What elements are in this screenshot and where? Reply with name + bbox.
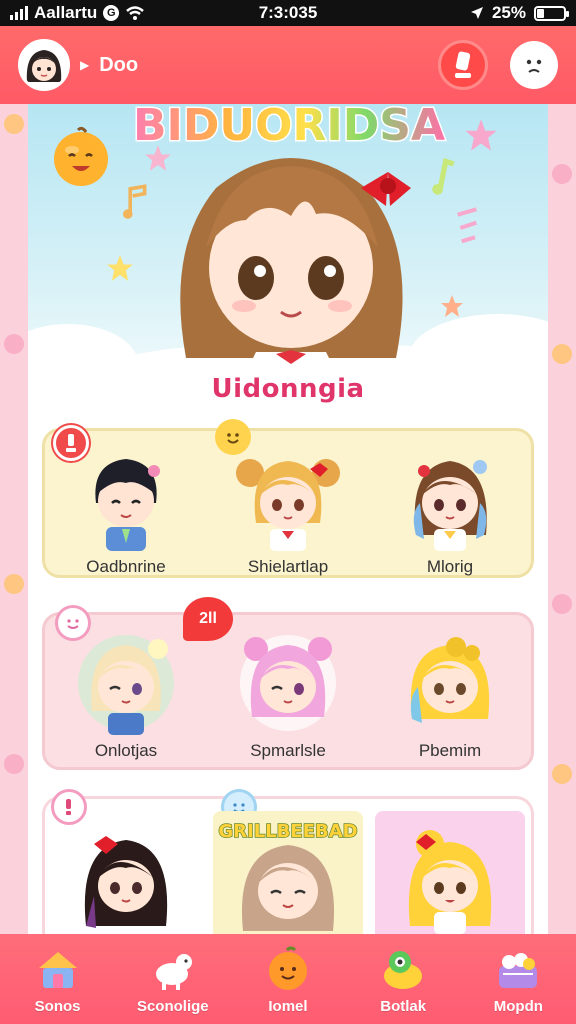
creature-icon xyxy=(384,950,423,989)
house-icon xyxy=(38,951,77,988)
character-name: Onlotjas xyxy=(94,741,158,760)
nav-label: Sconolige xyxy=(136,997,209,1015)
basket-icon xyxy=(499,952,538,988)
alert-button[interactable] xyxy=(438,40,488,90)
chevron-right-icon: ▶ xyxy=(80,58,90,72)
character-name: Mlorig xyxy=(426,557,474,576)
character-card[interactable]: Spmarlsle xyxy=(213,627,363,763)
profile-face-button[interactable] xyxy=(510,41,558,89)
character-card[interactable] xyxy=(375,811,525,934)
battery-percent: 25% xyxy=(491,3,526,22)
star-icon xyxy=(441,295,463,317)
character-card[interactable] xyxy=(51,811,201,934)
status-bar: Aallartu G 7:3:035 25% xyxy=(0,0,576,26)
character-group-3: GRILLBEEBAD xyxy=(42,789,534,934)
sad-face-icon xyxy=(526,59,542,73)
character-card[interactable]: Oadbnrine xyxy=(51,443,201,579)
carrier-label: Aallartu xyxy=(34,3,98,22)
g-icon: G xyxy=(103,5,120,21)
character-portrait xyxy=(236,459,340,551)
character-card[interactable]: Onlotjas xyxy=(51,627,201,763)
left-pattern-border xyxy=(0,104,28,934)
nav-item-sonos[interactable]: Sonos xyxy=(8,944,108,1015)
star-icon xyxy=(465,119,497,151)
character-portrait xyxy=(78,635,174,735)
bottom-navigation: Sonos Sconolige Iomel Botlak Mopdn xyxy=(0,934,576,1024)
user-menu[interactable]: ▶ Doo xyxy=(18,39,138,91)
nav-item-mopdn[interactable]: Mopdn xyxy=(468,944,568,1015)
character-card[interactable]: Pbemim xyxy=(375,627,525,763)
smiley-orange-icon xyxy=(54,126,108,186)
wifi-icon xyxy=(126,6,145,20)
avatar[interactable] xyxy=(18,39,70,91)
music-note-icon xyxy=(457,207,477,244)
nav-label: Botlak xyxy=(380,997,427,1015)
star-icon xyxy=(107,255,133,281)
character-banner-text: GRILLBEEBAD xyxy=(218,821,357,842)
clock: 7:3:035 xyxy=(258,3,318,22)
character-portrait xyxy=(408,830,492,934)
location-arrow-icon xyxy=(470,7,483,19)
character-portrait xyxy=(410,637,490,723)
character-group-2: 2ll Onlotjas Spmarlsle Pbemim xyxy=(42,597,534,770)
character-card[interactable]: GRILLBEEBAD xyxy=(213,811,363,934)
right-pattern-border xyxy=(548,104,576,934)
music-note-icon xyxy=(432,157,455,195)
character-card[interactable]: Mlorig xyxy=(375,443,525,579)
character-name: Spmarlsle xyxy=(250,741,326,760)
sheep-icon xyxy=(155,953,192,990)
character-name: Oadbnrine xyxy=(86,557,166,576)
orange-face-icon xyxy=(268,946,307,990)
character-portrait xyxy=(84,836,168,928)
hero-character-illustration xyxy=(180,158,411,368)
nav-label: Mopdn xyxy=(493,997,543,1015)
character-name: Shielartlap xyxy=(247,557,329,576)
exclamation-icon xyxy=(455,51,471,78)
main-card: BIDUORIDSA Uidonngia Oadbnrine Shielartl… xyxy=(28,104,548,934)
character-portrait xyxy=(240,635,336,731)
character-name: Pbemim xyxy=(418,741,482,760)
hero-banner: BIDUORIDSA xyxy=(28,104,548,368)
character-portrait: GRILLBEEBAD xyxy=(218,820,358,931)
section-title: Uidonngia xyxy=(211,374,365,404)
character-portrait xyxy=(413,460,487,551)
character-portrait xyxy=(95,459,160,551)
app-header: ▶ Doo xyxy=(0,26,576,104)
nav-item-iomel[interactable]: Iomel xyxy=(238,944,338,1015)
nav-label: Sonos xyxy=(34,997,81,1015)
nav-item-botlak[interactable]: Botlak xyxy=(353,944,453,1015)
character-group-1: Oadbnrine Shielartlap Mlorig xyxy=(42,419,534,579)
character-card[interactable]: Shielartlap xyxy=(213,443,363,579)
header-username: Doo xyxy=(99,53,139,76)
battery-icon xyxy=(534,5,569,21)
nav-label: Iomel xyxy=(268,997,308,1015)
music-note-icon xyxy=(123,184,147,219)
signal-icon xyxy=(10,6,28,20)
nav-item-sconolige[interactable]: Sconolige xyxy=(123,944,223,1015)
